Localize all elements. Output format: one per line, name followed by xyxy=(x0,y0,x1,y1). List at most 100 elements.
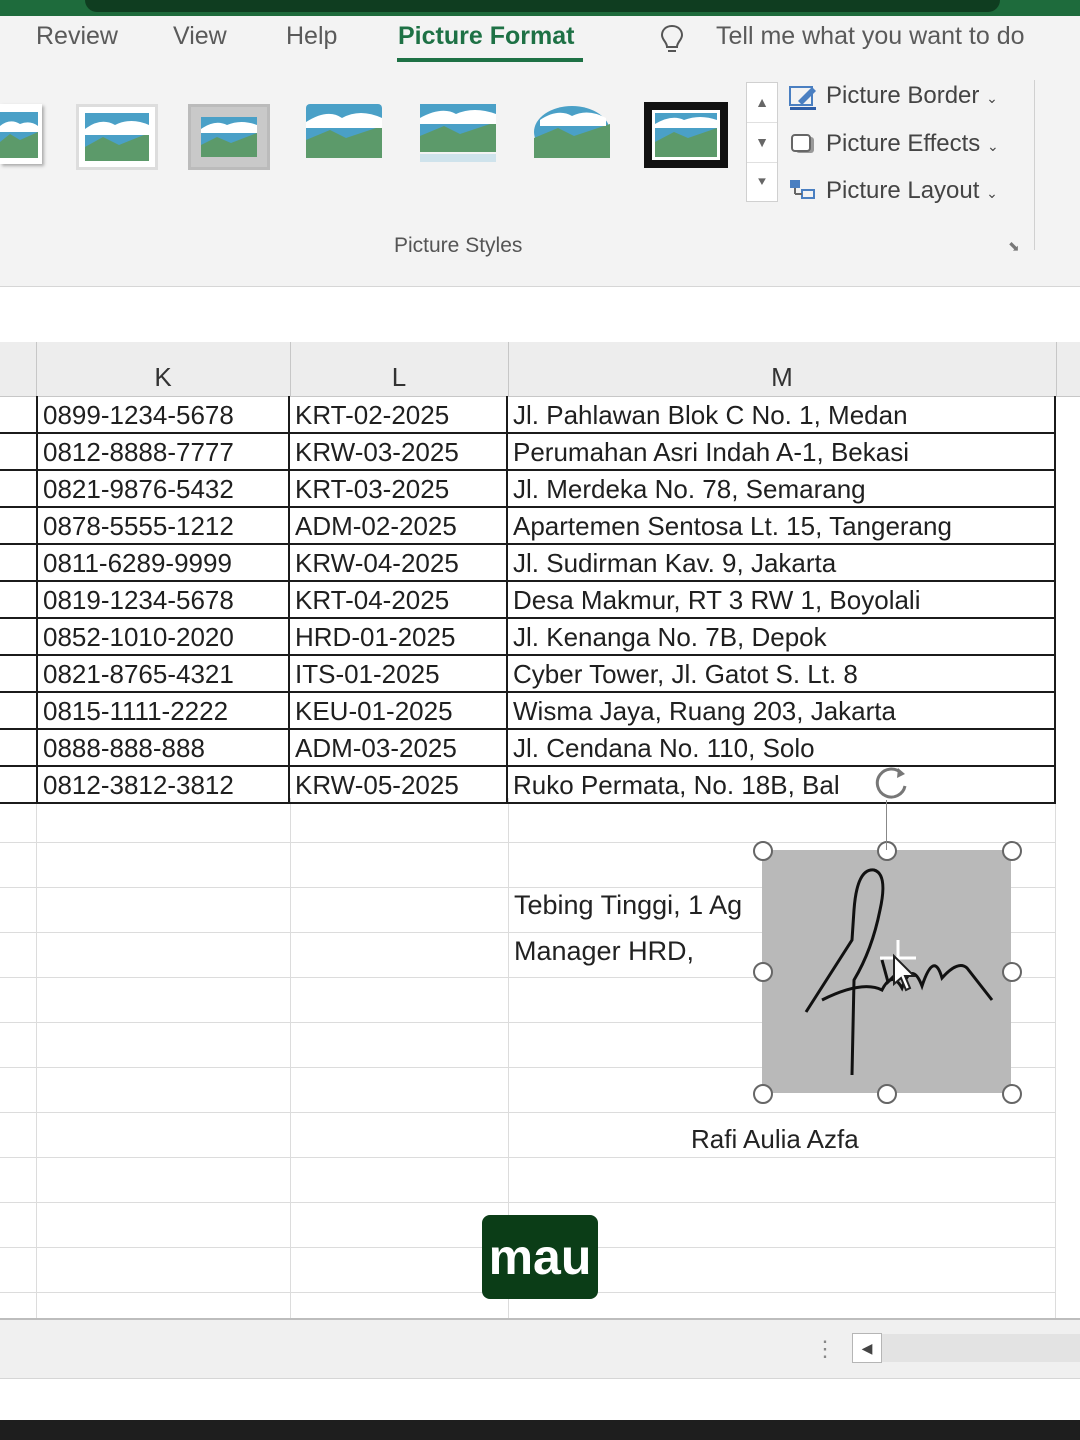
rotate-icon[interactable] xyxy=(872,762,912,802)
table-cell[interactable] xyxy=(0,655,36,691)
table-cell[interactable]: ADM-03-2025 xyxy=(290,729,508,765)
table-cell[interactable]: 0888-888-888 xyxy=(36,729,290,765)
table-cell[interactable]: KRW-05-2025 xyxy=(290,766,508,802)
table-cell[interactable]: 0812-8888-7777 xyxy=(36,433,290,469)
gallery-down-arrow-icon[interactable]: ▼ xyxy=(747,123,777,163)
picture-style-option[interactable] xyxy=(188,104,270,170)
table-cell[interactable]: Jl. Kenanga No. 7B, Depok xyxy=(508,618,1056,654)
table-row: 0821-8765-4321 ITS-01-2025 Cyber Tower, … xyxy=(0,655,1056,693)
table-cell[interactable]: ADM-02-2025 xyxy=(290,507,508,543)
table-cell[interactable] xyxy=(0,729,36,765)
table-cell[interactable] xyxy=(0,470,36,506)
gallery-more-icon[interactable]: ⯆ xyxy=(747,163,777,202)
table-cell[interactable]: KRW-03-2025 xyxy=(290,433,508,469)
table-cell[interactable] xyxy=(0,618,36,654)
table-cell[interactable] xyxy=(0,507,36,543)
gridline xyxy=(36,798,37,1318)
table-cell[interactable]: Desa Makmur, RT 3 RW 1, Boyolali xyxy=(508,581,1056,617)
gridline xyxy=(290,798,291,1318)
table-cell[interactable]: 0821-9876-5432 xyxy=(36,470,290,506)
rotate-stem xyxy=(886,800,887,850)
table-cell[interactable]: 0878-5555-1212 xyxy=(36,507,290,543)
horizontal-scrollbar[interactable] xyxy=(882,1334,1080,1362)
table-cell[interactable]: KEU-01-2025 xyxy=(290,692,508,728)
resize-handle-s[interactable] xyxy=(877,1084,897,1104)
table-cell[interactable] xyxy=(0,766,36,802)
group-label-picture-styles: Picture Styles xyxy=(394,234,523,257)
table-cell[interactable]: 0815-1111-2222 xyxy=(36,692,290,728)
signer-name[interactable]: Rafi Aulia Azfa xyxy=(691,1124,859,1155)
place-date-text[interactable]: Tebing Tinggi, 1 Ag xyxy=(514,890,742,921)
picture-style-option[interactable] xyxy=(534,104,610,164)
table-row: 0899-1234-5678 KRT-02-2025 Jl. Pahlawan … xyxy=(0,396,1056,434)
table-cell[interactable]: Perumahan Asri Indah A-1, Bekasi xyxy=(508,433,1056,469)
table-cell[interactable] xyxy=(0,433,36,469)
table-cell[interactable] xyxy=(0,544,36,580)
video-caption: mau xyxy=(482,1215,598,1299)
table-cell[interactable]: HRD-01-2025 xyxy=(290,618,508,654)
column-header-k[interactable]: K xyxy=(36,342,291,396)
table-cell[interactable]: KRT-02-2025 xyxy=(290,396,508,432)
table-cell[interactable] xyxy=(0,581,36,617)
position-text[interactable]: Manager HRD, xyxy=(514,936,694,967)
formula-area xyxy=(0,287,1080,343)
table-row: 0812-8888-7777 KRW-03-2025 Perumahan Asr… xyxy=(0,433,1056,471)
picture-layout-button[interactable]: Picture Layout ⌄ xyxy=(788,177,998,206)
resize-handle-w[interactable] xyxy=(753,962,773,982)
table-cell[interactable]: Apartemen Sentosa Lt. 15, Tangerang xyxy=(508,507,1056,543)
gridline xyxy=(1055,798,1056,1318)
picture-layout-icon xyxy=(790,179,815,199)
ribbon-separator xyxy=(1034,80,1035,250)
tab-picture-format[interactable]: Picture Format xyxy=(398,22,574,51)
gallery-up-arrow-icon[interactable]: ▲ xyxy=(747,83,777,123)
table-cell[interactable]: Jl. Merdeka No. 78, Semarang xyxy=(508,470,1056,506)
table-cell[interactable]: Ruko Permata, No. 18B, Bal xyxy=(508,766,1056,802)
picture-style-option[interactable] xyxy=(76,104,158,170)
table-cell[interactable]: KRT-03-2025 xyxy=(290,470,508,506)
lightbulb-icon xyxy=(660,24,684,52)
table-cell[interactable]: Cyber Tower, Jl. Gatot S. Lt. 8 xyxy=(508,655,1056,691)
table-cell[interactable] xyxy=(0,396,36,432)
picture-style-option[interactable] xyxy=(306,104,382,164)
table-cell[interactable]: ITS-01-2025 xyxy=(290,655,508,691)
resize-handle-ne[interactable] xyxy=(1002,841,1022,861)
title-bar-inner xyxy=(85,0,1000,12)
table-row: 0815-1111-2222 KEU-01-2025 Wisma Jaya, R… xyxy=(0,692,1056,730)
tab-help[interactable]: Help xyxy=(286,22,337,51)
resize-handle-se[interactable] xyxy=(1002,1084,1022,1104)
table-cell[interactable]: 0811-6289-9999 xyxy=(36,544,290,580)
tell-me-search[interactable]: Tell me what you want to do xyxy=(716,22,1025,51)
column-header-prev[interactable] xyxy=(0,342,37,396)
table-cell[interactable]: 0852-1010-2020 xyxy=(36,618,290,654)
table-cell[interactable]: 0821-8765-4321 xyxy=(36,655,290,691)
table-cell[interactable]: Jl. Pahlawan Blok C No. 1, Medan xyxy=(508,396,1056,432)
tab-review[interactable]: Review xyxy=(36,22,118,51)
column-header-l[interactable]: L xyxy=(290,342,509,396)
table-cell[interactable]: Wisma Jaya, Ruang 203, Jakarta xyxy=(508,692,1056,728)
table-row: 0819-1234-5678 KRT-04-2025 Desa Makmur, … xyxy=(0,581,1056,619)
table-cell[interactable]: 0899-1234-5678 xyxy=(36,396,290,432)
table-cell[interactable]: KRT-04-2025 xyxy=(290,581,508,617)
resize-handle-e[interactable] xyxy=(1002,962,1022,982)
table-row: 0852-1010-2020 HRD-01-2025 Jl. Kenanga N… xyxy=(0,618,1056,656)
table-cell[interactable]: KRW-04-2025 xyxy=(290,544,508,580)
scroll-left-arrow-icon[interactable]: ◀ xyxy=(852,1333,882,1363)
picture-style-option[interactable] xyxy=(420,104,496,164)
gallery-scroll[interactable]: ▲ ▼ ⯆ xyxy=(746,82,778,202)
dialog-launcher-icon[interactable]: ⬊ xyxy=(1008,238,1026,256)
splitter-dots-icon[interactable]: ⋮ xyxy=(814,1336,836,1362)
table-cell[interactable]: Jl. Cendana No. 110, Solo xyxy=(508,729,1056,765)
picture-border-button[interactable]: Picture Border ⌄ xyxy=(788,82,998,111)
table-cell[interactable] xyxy=(0,692,36,728)
table-cell[interactable]: Jl. Sudirman Kav. 9, Jakarta xyxy=(508,544,1056,580)
table-cell[interactable]: 0812-3812-3812 xyxy=(36,766,290,802)
picture-style-option-selected[interactable] xyxy=(644,102,728,168)
resize-handle-sw[interactable] xyxy=(753,1084,773,1104)
tab-view[interactable]: View xyxy=(173,22,227,51)
picture-effects-button[interactable]: Picture Effects ⌄ xyxy=(788,130,999,159)
resize-handle-n[interactable] xyxy=(877,841,897,861)
picture-style-option[interactable] xyxy=(0,104,42,164)
resize-handle-nw[interactable] xyxy=(753,841,773,861)
table-cell[interactable]: 0819-1234-5678 xyxy=(36,581,290,617)
column-header-m[interactable]: M xyxy=(508,342,1057,396)
